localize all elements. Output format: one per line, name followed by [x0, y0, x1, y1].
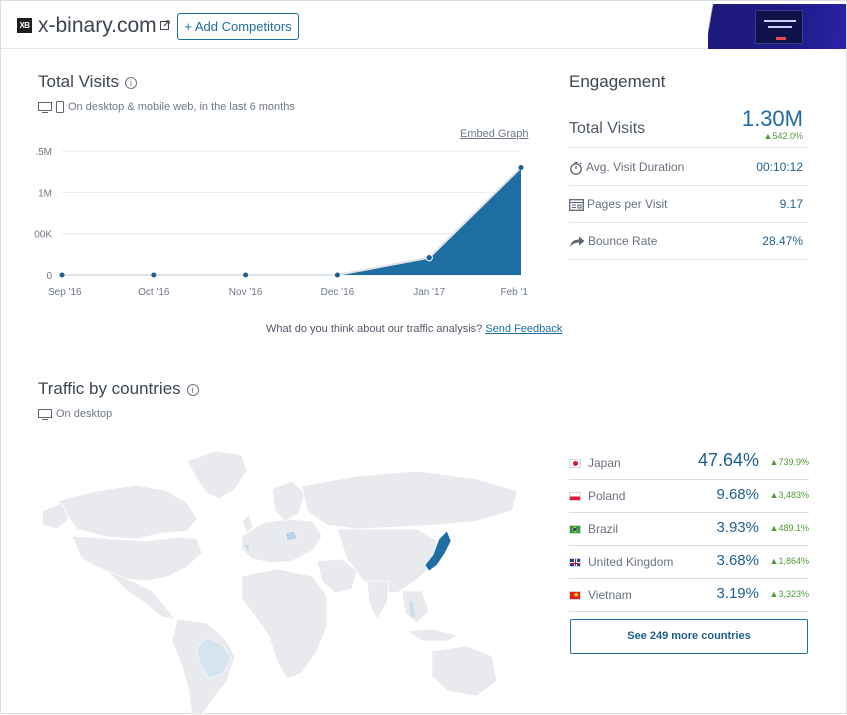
mobile-icon: [56, 101, 64, 114]
y-tick-label: 0: [46, 271, 52, 282]
y-tick-label: 1M: [38, 188, 52, 199]
change-value: 739.9%: [778, 457, 809, 467]
total-visits-chart: 0 00K 1M .5M Sep '16 Oct '16 Nov '16 Dec '16 Jan…: [34, 147, 529, 298]
data-point[interactable]: [334, 272, 340, 278]
see-more-countries-button[interactable]: See 249 more countries: [570, 619, 808, 654]
country-share: 3.68%: [716, 552, 759, 569]
country-change: ▲489.1%: [770, 523, 809, 533]
country-row-brazil[interactable]: Brazil 3.93% ▲489.1%: [569, 513, 809, 546]
country-share: 3.19%: [716, 585, 759, 602]
poland-flag-icon: [569, 492, 581, 501]
countries-subtitle-text: On desktop: [56, 408, 113, 420]
data-point[interactable]: [243, 272, 249, 278]
engagement-row-label: Pages per Visit: [569, 197, 668, 211]
traffic-by-countries-title: Traffic by countries i: [38, 379, 199, 399]
embed-graph-link[interactable]: Embed Graph: [460, 128, 528, 140]
desktop-icon: [38, 101, 52, 113]
total-visits-subtitle-text: On desktop & mobile web, in the last 6 m…: [68, 101, 295, 113]
engagement-row-bounce: Bounce Rate 28.47%: [569, 223, 809, 260]
traffic-by-countries-title-text: Traffic by countries: [38, 379, 181, 398]
x-tick-label: Sep '16: [48, 287, 82, 298]
external-link-icon[interactable]: [160, 20, 170, 30]
engagement-total-visits: Total Visits 1.30M ▲542.0%: [569, 104, 809, 148]
data-point[interactable]: [425, 253, 433, 262]
bounce-arrow-icon: [570, 236, 585, 247]
uk-flag-icon: [569, 558, 581, 567]
japan-flag-icon: [569, 459, 581, 468]
change-value: 542.0%: [772, 131, 803, 141]
vietnam-flag-icon: ★: [569, 591, 581, 600]
country-name: Poland: [588, 489, 626, 503]
pages-label: Pages per Visit: [587, 197, 668, 211]
country-change: ▲3,483%: [770, 490, 809, 500]
visits-area: [62, 167, 521, 275]
send-feedback-link[interactable]: Send Feedback: [485, 323, 562, 335]
country-row-vietnam[interactable]: ★ Vietnam 3.19% ▲3,323%: [569, 579, 809, 612]
ad-screen-image: [755, 10, 803, 44]
duration-value: 00:10:12: [756, 160, 803, 174]
change-value: 489.1%: [778, 523, 809, 533]
site-name: x-binary.com: [38, 14, 157, 37]
country-row-japan[interactable]: Japan 47.64% ▲739.9%: [569, 447, 809, 480]
world-map[interactable]: [37, 441, 537, 715]
country-change: ▲739.9%: [770, 457, 809, 467]
poland-highlight[interactable]: [284, 530, 298, 542]
desktop-icon: [38, 408, 52, 420]
engagement-total-visits-value: 1.30M: [741, 106, 803, 131]
country-change: ▲3,323%: [770, 589, 809, 599]
engagement-total-visits-change: ▲542.0%: [764, 131, 803, 141]
country-name: Vietnam: [588, 588, 632, 602]
engagement-row-label: Bounce Rate: [569, 234, 657, 248]
change-value: 1,864%: [778, 556, 809, 566]
x-tick-label: Jan '17: [413, 287, 445, 298]
country-share: 9.68%: [716, 486, 759, 503]
ad-banner[interactable]: [708, 4, 846, 49]
country-name: Brazil: [588, 522, 619, 536]
country-change: ▲1,864%: [770, 556, 809, 566]
total-visits-title: Total Visits i: [38, 72, 137, 92]
data-point[interactable]: [59, 272, 65, 278]
page: XB x-binary.com + Add Competitors Total …: [0, 0, 847, 715]
info-icon[interactable]: i: [124, 76, 137, 89]
add-competitors-button[interactable]: + Add Competitors: [177, 13, 299, 40]
x-tick-label: Oct '16: [138, 287, 170, 298]
data-point[interactable]: [518, 165, 524, 171]
engagement-row-pages: Pages per Visit 9.17: [569, 186, 809, 223]
country-share: 3.93%: [716, 519, 759, 536]
countries-subtitle: On desktop: [38, 408, 112, 420]
feedback-text: What do you think about our traffic anal…: [266, 323, 483, 335]
country-row-poland[interactable]: Poland 9.68% ▲3,483%: [569, 480, 809, 513]
x-tick-label: Nov '16: [229, 287, 263, 298]
change-value: 3,483%: [778, 490, 809, 500]
x-tick-label: Feb '1: [501, 287, 529, 298]
duration-label: Avg. Visit Duration: [586, 160, 685, 174]
brazil-flag-icon: [569, 525, 581, 534]
site-header: XB x-binary.com + Add Competitors: [1, 1, 846, 49]
data-point[interactable]: [151, 272, 157, 278]
stopwatch-icon: [570, 161, 582, 175]
site-favicon-icon: XB: [17, 18, 32, 33]
info-icon[interactable]: i: [186, 383, 199, 396]
bounce-label: Bounce Rate: [588, 234, 658, 248]
change-value: 3,323%: [778, 589, 809, 599]
engagement-total-visits-label: Total Visits: [569, 120, 646, 137]
bounce-value: 28.47%: [762, 234, 803, 248]
pages-value: 9.17: [779, 197, 803, 211]
engagement-row-label: Avg. Visit Duration: [569, 160, 684, 175]
y-tick-label: 00K: [34, 230, 52, 241]
country-name: Japan: [588, 456, 621, 470]
y-tick-label: .5M: [35, 147, 52, 158]
country-name: United Kingdom: [588, 555, 674, 569]
country-row-united-kingdom[interactable]: United Kingdom 3.68% ▲1,864%: [569, 546, 809, 579]
pages-icon: [569, 198, 584, 211]
engagement-row-duration: Avg. Visit Duration 00:10:12: [569, 149, 809, 186]
x-tick-label: Dec '16: [321, 287, 355, 298]
engagement-title: Engagement: [569, 72, 666, 91]
total-visits-subtitle: On desktop & mobile web, in the last 6 m…: [38, 101, 295, 114]
total-visits-title-text: Total Visits: [38, 72, 119, 91]
country-share: 47.64%: [697, 450, 759, 470]
